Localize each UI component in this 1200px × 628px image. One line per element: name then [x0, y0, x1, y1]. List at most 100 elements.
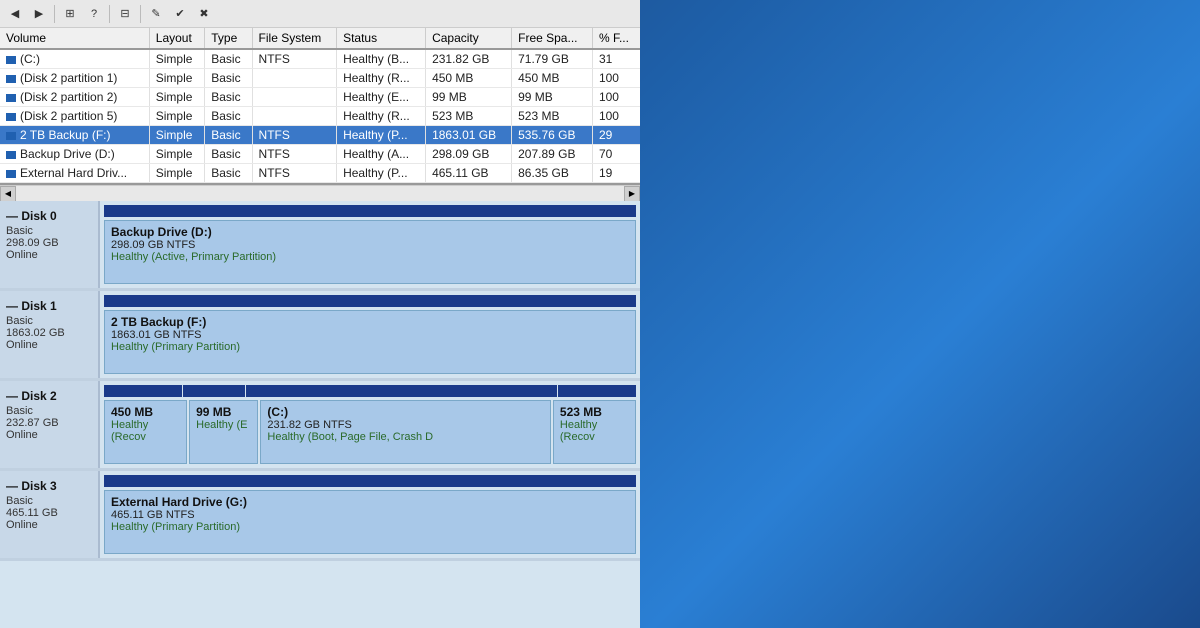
partition-status: Healthy (Active, Primary Partition) [111, 251, 629, 263]
partition-status: Healthy (Primary Partition) [111, 341, 629, 353]
bar-segment [104, 475, 636, 487]
cell-pct: 29 [592, 126, 640, 145]
col-filesystem[interactable]: File System [252, 28, 337, 49]
partition-tiles: Backup Drive (D:) 298.09 GB NTFS Healthy… [104, 220, 636, 284]
disk-row-1: — Disk 1 Basic 1863.02 GB Online 2 TB Ba… [0, 291, 640, 381]
toolbar-edit-btn[interactable]: ✎ [145, 3, 167, 25]
partition-tile[interactable]: 99 MB Healthy (E [189, 400, 258, 464]
col-layout[interactable]: Layout [149, 28, 204, 49]
toolbar-forward-btn[interactable]: ▶ [28, 3, 50, 25]
toolbar: ◀ ▶ ⊞ ? ⊟ ✎ ✔ ✖ [0, 0, 640, 28]
cell-capacity: 465.11 GB [426, 164, 512, 183]
col-volume[interactable]: Volume [0, 28, 149, 49]
disk-status: Online [6, 519, 92, 531]
table-row[interactable]: Backup Drive (D:) Simple Basic NTFS Heal… [0, 145, 640, 164]
cell-layout: Simple [149, 49, 204, 69]
partition-tile[interactable]: 450 MB Healthy (Recov [104, 400, 187, 464]
cell-layout: Simple [149, 164, 204, 183]
partition-tile[interactable]: 2 TB Backup (F:) 1863.01 GB NTFS Healthy… [104, 310, 636, 374]
disk-partitions-2: 450 MB Healthy (Recov 99 MB Healthy (E (… [100, 381, 640, 468]
horizontal-scrollbar[interactable]: ◀ ▶ [0, 185, 640, 201]
disk-icon [6, 94, 16, 102]
cell-status: Healthy (A... [337, 145, 426, 164]
toolbar-separator-3 [140, 5, 141, 23]
table-row[interactable]: (C:) Simple Basic NTFS Healthy (B... 231… [0, 49, 640, 69]
cell-layout: Simple [149, 126, 204, 145]
disk-type: Basic [6, 225, 92, 237]
disk-row-0: — Disk 0 Basic 298.09 GB Online Backup D… [0, 201, 640, 291]
cell-type: Basic [205, 88, 252, 107]
col-capacity[interactable]: Capacity [426, 28, 512, 49]
partition-tiles: 2 TB Backup (F:) 1863.01 GB NTFS Healthy… [104, 310, 636, 374]
table-row[interactable]: (Disk 2 partition 2) Simple Basic Health… [0, 88, 640, 107]
bar-segment [246, 385, 557, 397]
toolbar-minus-btn[interactable]: ⊟ [114, 3, 136, 25]
cell-pct: 31 [592, 49, 640, 69]
scroll-right-arrow[interactable]: ▶ [624, 186, 640, 202]
cell-type: Basic [205, 164, 252, 183]
cell-pct: 100 [592, 69, 640, 88]
partition-tile[interactable]: External Hard Drive (G:) 465.11 GB NTFS … [104, 490, 636, 554]
toolbar-cancel-btn[interactable]: ✖ [193, 3, 215, 25]
cell-pct: 100 [592, 107, 640, 126]
cell-free: 450 MB [512, 69, 593, 88]
cell-free: 207.89 GB [512, 145, 593, 164]
disk-icon [6, 151, 16, 159]
cell-status: Healthy (P... [337, 126, 426, 145]
col-status[interactable]: Status [337, 28, 426, 49]
partition-bar-row [104, 295, 636, 307]
cell-type: Basic [205, 107, 252, 126]
volume-table-wrapper: Volume Layout Type File System Status Ca… [0, 28, 640, 185]
partition-status: Healthy (E [196, 419, 251, 431]
scroll-track[interactable] [16, 187, 624, 201]
disk-name: — Disk 3 [6, 479, 92, 493]
disk-icon [6, 132, 16, 140]
partition-tiles: 450 MB Healthy (Recov 99 MB Healthy (E (… [104, 400, 636, 464]
partition-tile[interactable]: Backup Drive (D:) 298.09 GB NTFS Healthy… [104, 220, 636, 284]
col-freespace[interactable]: Free Spa... [512, 28, 593, 49]
disk-name: — Disk 1 [6, 299, 92, 313]
partition-tile[interactable]: (C:) 231.82 GB NTFS Healthy (Boot, Page … [260, 400, 550, 464]
disk-icon [6, 56, 16, 64]
disk-size: 465.11 GB [6, 507, 92, 519]
cell-volume: (C:) [0, 49, 149, 69]
disk-label-2: — Disk 2 Basic 232.87 GB Online [0, 381, 100, 468]
cell-volume: (Disk 2 partition 2) [0, 88, 149, 107]
disk-row-2: — Disk 2 Basic 232.87 GB Online 450 MB H… [0, 381, 640, 471]
cell-pct: 70 [592, 145, 640, 164]
disk-name: — Disk 0 [6, 209, 92, 223]
disk-size: 298.09 GB [6, 237, 92, 249]
col-type[interactable]: Type [205, 28, 252, 49]
toolbar-confirm-btn[interactable]: ✔ [169, 3, 191, 25]
partition-bar-row [104, 385, 636, 397]
disk-status: Online [6, 429, 92, 441]
partition-name: 523 MB [560, 405, 629, 419]
cell-volume: External Hard Driv... [0, 164, 149, 183]
disk-icon [6, 113, 16, 121]
cell-fs: NTFS [252, 145, 337, 164]
table-row[interactable]: (Disk 2 partition 5) Simple Basic Health… [0, 107, 640, 126]
partition-bar-row [104, 205, 636, 217]
col-pctfree[interactable]: % F... [592, 28, 640, 49]
table-row[interactable]: 2 TB Backup (F:) Simple Basic NTFS Healt… [0, 126, 640, 145]
table-row[interactable]: External Hard Driv... Simple Basic NTFS … [0, 164, 640, 183]
table-row[interactable]: (Disk 2 partition 1) Simple Basic Health… [0, 69, 640, 88]
toolbar-back-btn[interactable]: ◀ [4, 3, 26, 25]
disk-label-1: — Disk 1 Basic 1863.02 GB Online [0, 291, 100, 378]
partition-tile[interactable]: 523 MB Healthy (Recov [553, 400, 636, 464]
bar-segment [558, 385, 636, 397]
cell-layout: Simple [149, 107, 204, 126]
toolbar-view-btn[interactable]: ⊞ [59, 3, 81, 25]
cell-free: 71.79 GB [512, 49, 593, 69]
scroll-left-arrow[interactable]: ◀ [0, 186, 16, 202]
cell-capacity: 231.82 GB [426, 49, 512, 69]
cell-status: Healthy (R... [337, 69, 426, 88]
cell-fs [252, 107, 337, 126]
toolbar-help-btn[interactable]: ? [83, 3, 105, 25]
disk-icon [6, 170, 16, 178]
cell-volume: Backup Drive (D:) [0, 145, 149, 164]
cell-volume: 2 TB Backup (F:) [0, 126, 149, 145]
cell-capacity: 298.09 GB [426, 145, 512, 164]
cell-fs [252, 88, 337, 107]
cell-status: Healthy (E... [337, 88, 426, 107]
